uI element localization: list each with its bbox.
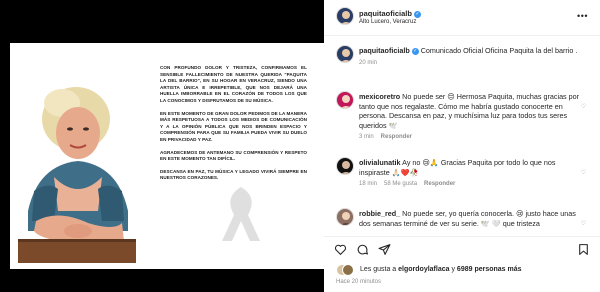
statement-paragraph-1: Con profundo dolor y tristeza, confirmam… xyxy=(160,65,307,103)
comment-time[interactable]: 3 min xyxy=(359,134,374,140)
post-panel: paquitaoficialb ✓ Alto Lucero, Veracruz •… xyxy=(324,0,600,292)
comment-avatar[interactable] xyxy=(336,208,354,226)
comment-body: robbie_red_ No puede ser, yo quería cono… xyxy=(359,209,585,228)
comment-body: olivialunatik Ay no 😢🙏 Gracias Paquita p… xyxy=(359,158,585,190)
caption-avatar[interactable] xyxy=(336,45,354,63)
comment-avatar[interactable] xyxy=(336,91,354,109)
likes-summary: Les gusta a elgordoylaflaca y 6989 perso… xyxy=(360,266,522,273)
comment-like-heart-icon[interactable]: ♡ xyxy=(581,169,586,176)
caption-text: Comunicado Oficial Oficina Paquita la de… xyxy=(420,46,578,55)
comment-like-count[interactable]: 58 Me gusta xyxy=(384,181,417,187)
reply-button[interactable]: Responder xyxy=(424,181,455,187)
comment-username[interactable]: olivialunatik xyxy=(359,158,401,167)
heart-outline-icon[interactable] xyxy=(334,243,347,256)
post-image[interactable]: Con profundo dolor y tristeza, confirmam… xyxy=(10,43,324,269)
likes-user[interactable]: elgordoylaflaca xyxy=(398,266,449,273)
comment-meta: 3 min Responder xyxy=(359,133,585,143)
comment-body: mexicoretro No puede ser 😔 Hermosa Paqui… xyxy=(359,92,585,143)
bookmark-icon[interactable] xyxy=(577,243,590,256)
author-username-text[interactable]: paquitaoficialb xyxy=(359,9,412,18)
liker-avatar[interactable] xyxy=(342,264,354,276)
comment-meta: 18 min 58 Me gusta Responder xyxy=(359,180,585,190)
comment-avatar[interactable] xyxy=(336,157,354,175)
comment-like-heart-icon[interactable]: ♡ xyxy=(581,103,586,110)
post-header: paquitaoficialb ✓ Alto Lucero, Veracruz •… xyxy=(324,0,600,36)
caption-body: paquitaoficialb ✓ Comunicado Oficial Ofic… xyxy=(359,46,585,68)
caption-time[interactable]: 20 min xyxy=(359,60,377,66)
comment-time[interactable]: 18 min xyxy=(359,181,377,187)
action-bar: Les gusta a elgordoylaflaca y 6989 perso… xyxy=(324,236,600,292)
comment-icon[interactable] xyxy=(356,243,369,256)
portrait-photo xyxy=(18,87,136,263)
statement-paragraph-4: Descansa en paz, tu música y legado vivi… xyxy=(160,168,307,181)
statement-paragraph-2: En este momento de gran dolor pedimos de… xyxy=(160,110,307,142)
caption-username[interactable]: paquitaoficialb xyxy=(359,46,410,55)
post-timestamp[interactable]: Hace 20 minutos xyxy=(336,279,381,285)
comment-username[interactable]: robbie_red_ xyxy=(359,209,400,218)
comments-list[interactable]: paquitaoficialb ✓ Comunicado Oficial Ofic… xyxy=(324,36,600,236)
statement-text: Con profundo dolor y tristeza, confirmam… xyxy=(160,65,307,188)
caption-meta: 20 min xyxy=(359,59,585,69)
likes-count[interactable]: 6989 personas más xyxy=(457,266,522,273)
likes-prefix: Les gusta a xyxy=(360,266,397,273)
author-avatar[interactable] xyxy=(336,7,354,25)
comment-like-heart-icon[interactable]: ♡ xyxy=(581,220,586,227)
post-media: Con profundo dolor y tristeza, confirmam… xyxy=(0,0,324,292)
share-icon[interactable] xyxy=(378,243,391,256)
instagram-post-view: Con profundo dolor y tristeza, confirmam… xyxy=(0,0,600,292)
comment-username[interactable]: mexicoretro xyxy=(359,92,400,101)
author-username[interactable]: paquitaoficialb ✓ xyxy=(359,9,421,18)
more-options-icon[interactable]: ••• xyxy=(577,11,588,21)
mourning-ribbon-watermark xyxy=(222,187,260,241)
verified-badge-icon: ✓ xyxy=(413,10,421,18)
likes-joiner: y xyxy=(451,266,455,273)
statement-paragraph-3: Agradecemos de antemano su comprensión y… xyxy=(160,149,307,162)
post-location[interactable]: Alto Lucero, Veracruz xyxy=(359,19,416,25)
verified-badge-icon: ✓ xyxy=(411,47,419,55)
reply-button[interactable]: Responder xyxy=(381,134,412,140)
